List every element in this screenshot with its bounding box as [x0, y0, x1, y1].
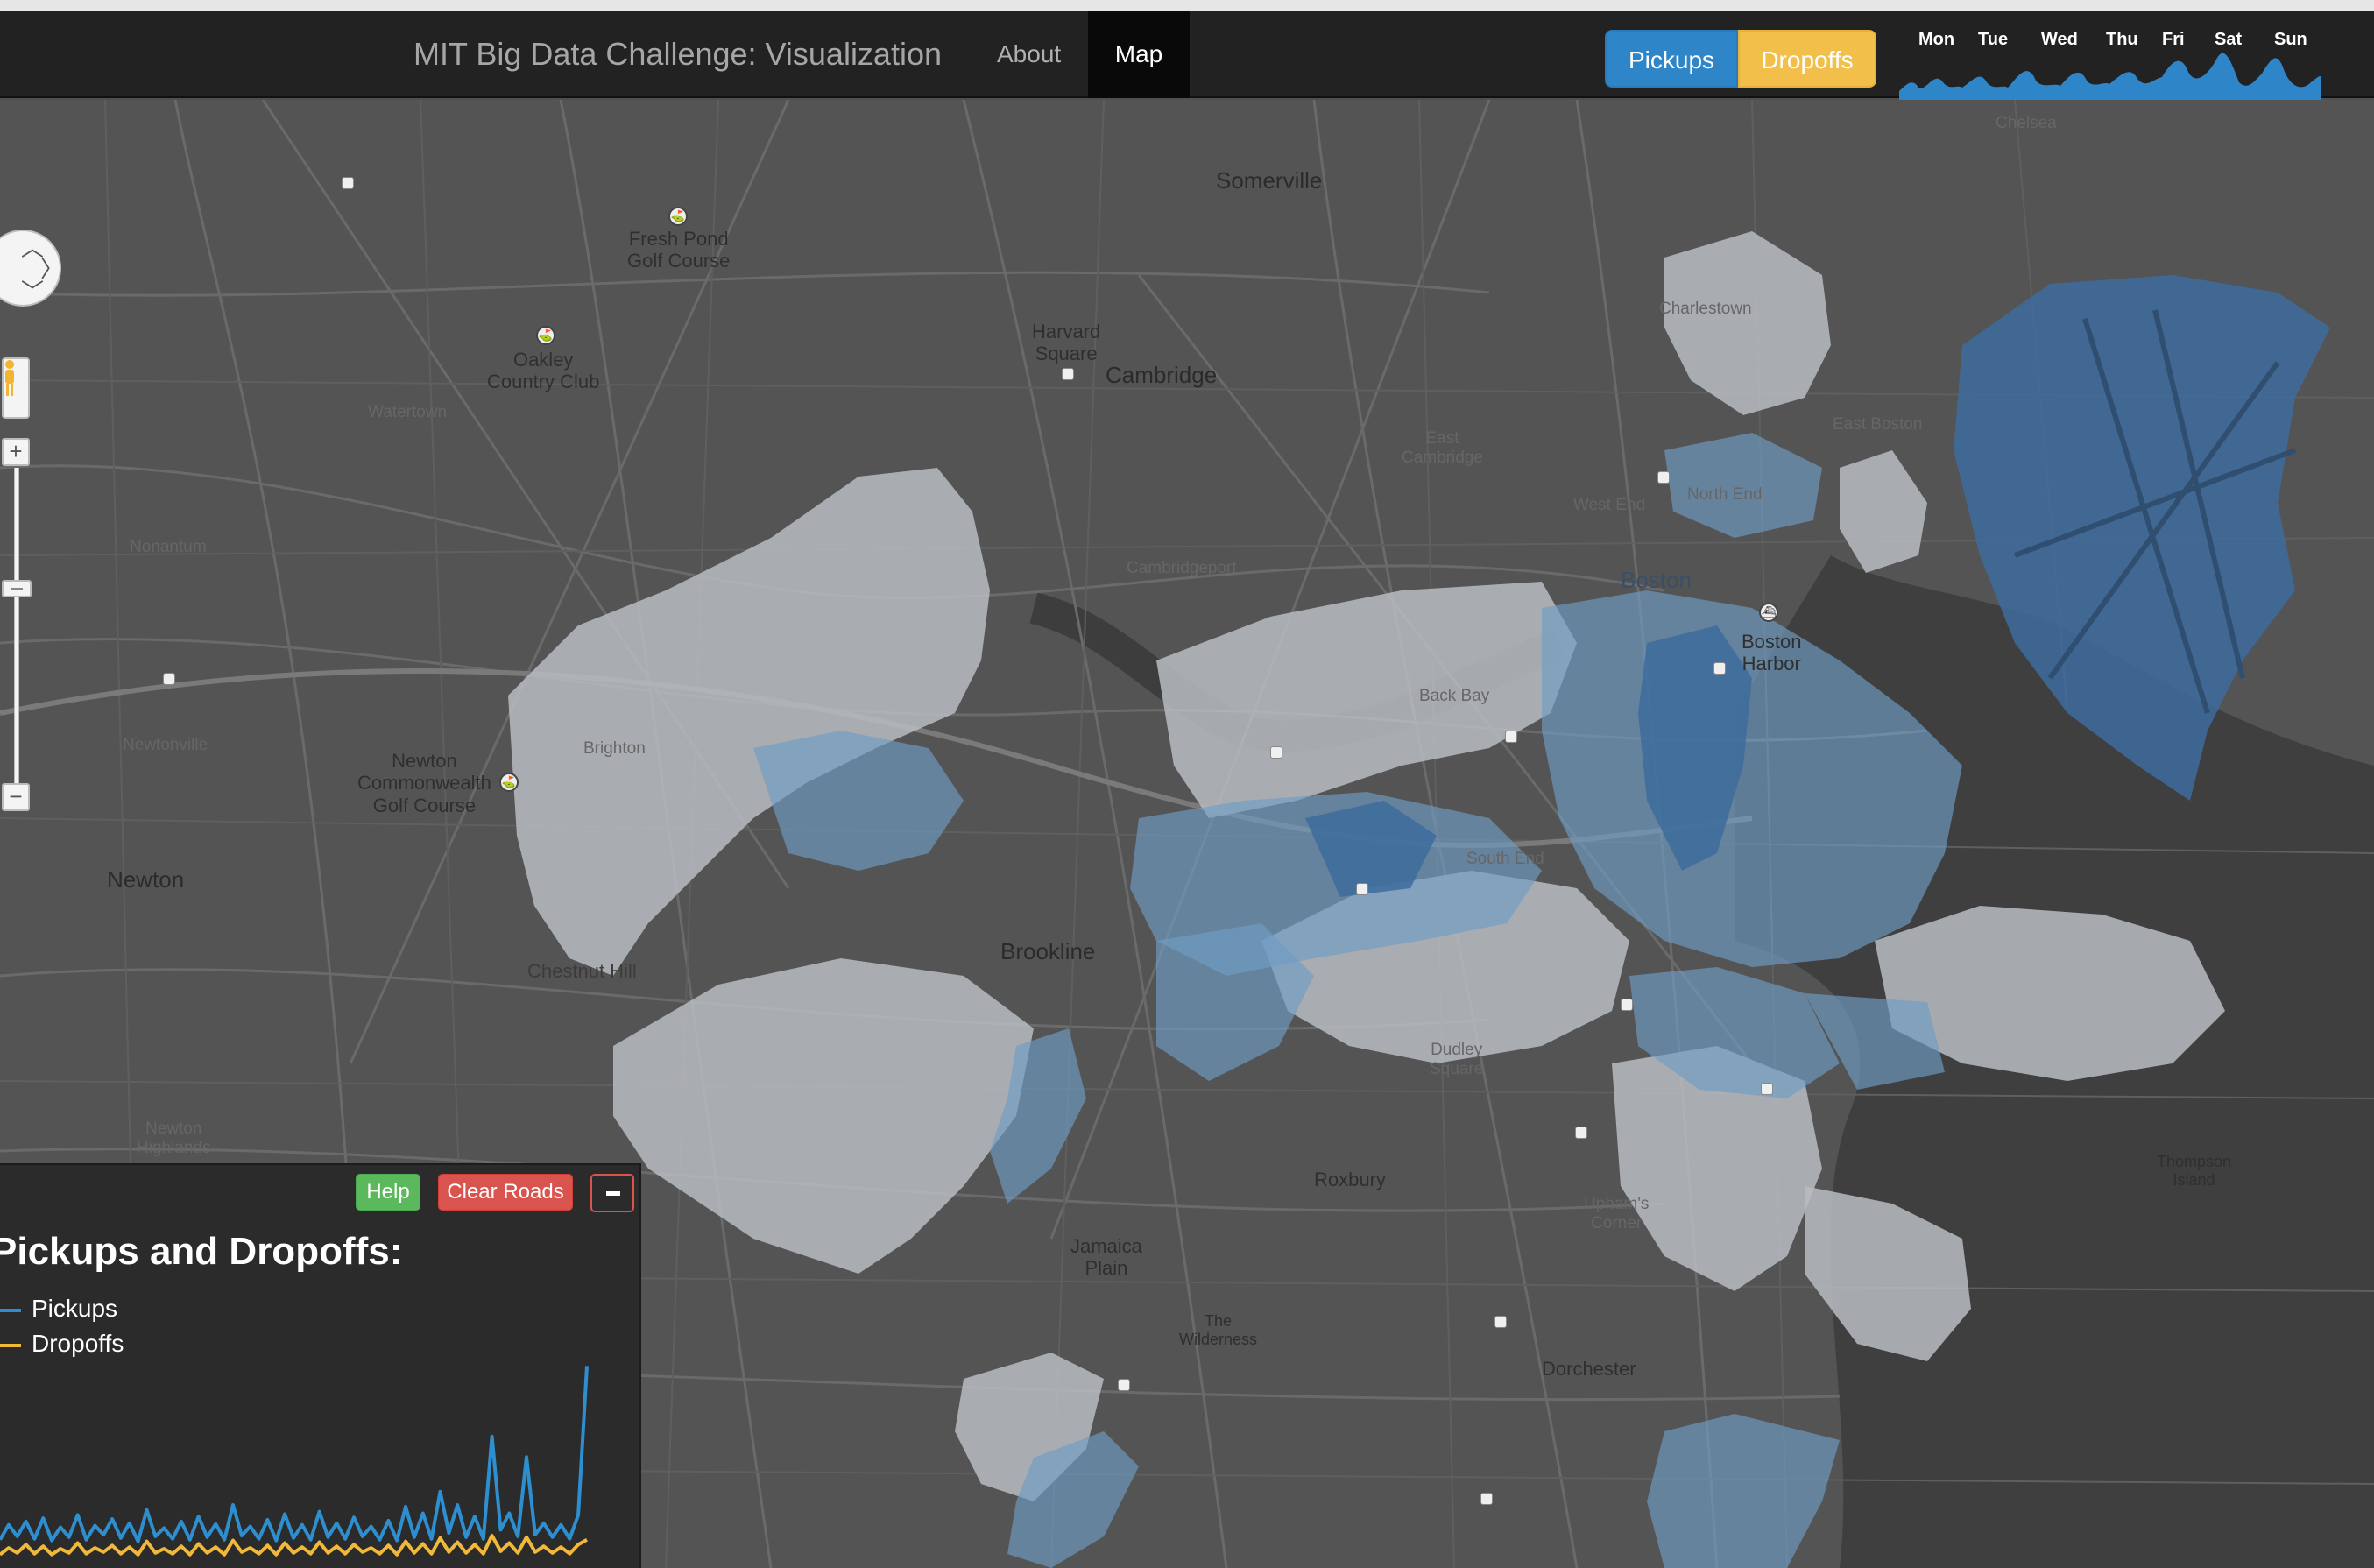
label-boston: Boston — [1621, 567, 1692, 593]
day-label-wed: Wed — [2041, 30, 2078, 49]
label-roxbury: Roxbury — [1314, 1169, 1386, 1190]
legend-swatch-pickups — [0, 1308, 21, 1312]
transit-icon — [1713, 662, 1726, 675]
label-dorchester: Dorchester — [1542, 1358, 1636, 1380]
label-uphams: Upham's Corner — [1584, 1195, 1650, 1233]
pickups-toggle-button[interactable]: Pickups — [1605, 30, 1738, 88]
label-charlestown: Charlestown — [1659, 300, 1752, 318]
pickups-dropoffs-chart[interactable] — [0, 1358, 641, 1568]
transit-icon — [1575, 1127, 1587, 1139]
series-line-pickups — [0, 1366, 589, 1543]
day-label-mon: Mon — [1918, 30, 1955, 49]
label-newtonville: Newtonville — [123, 736, 208, 754]
stats-panel: Help Clear Roads Pickups and Dropoffs: P… — [0, 1163, 641, 1568]
golf-icon: ⛳ — [499, 773, 519, 792]
label-harvard: Harvard Square — [1032, 321, 1101, 365]
label-wilderness: The Wilderness — [1179, 1312, 1258, 1348]
label-west-end: West End — [1573, 496, 1646, 514]
label-chelsea: Chelsea — [1996, 114, 2057, 132]
brand-title[interactable]: MIT Big Data Challenge: Visualization — [413, 11, 942, 98]
label-dudley: Dudley Square — [1430, 1041, 1484, 1078]
navbar: MIT Big Data Challenge: Visualization Ab… — [0, 11, 2374, 102]
transit-icon — [1494, 1316, 1507, 1328]
minimize-button[interactable] — [590, 1174, 634, 1212]
panel-title: Pickups and Dropoffs: — [0, 1230, 403, 1273]
label-cambridge: Cambridge — [1106, 362, 1218, 388]
nav-link-about[interactable]: About — [974, 11, 1084, 98]
label-cambridgeport: Cambridgeport — [1127, 559, 1237, 577]
browser-top-strip — [0, 0, 2374, 11]
minus-icon — [606, 1191, 620, 1196]
transit-icon — [1480, 1493, 1493, 1505]
legend-label-pickups: Pickups — [32, 1295, 118, 1322]
transit-icon — [163, 673, 175, 685]
pan-down-icon[interactable]: ﹀ — [21, 280, 44, 303]
golf-icon: ⛳ — [668, 207, 688, 226]
help-button[interactable]: Help — [356, 1174, 420, 1211]
street-view-pegman[interactable] — [2, 357, 30, 419]
transit-icon — [1356, 883, 1368, 895]
transit-icon — [1062, 368, 1074, 380]
label-oakley: Oakley Country Club — [487, 349, 600, 393]
label-east-boston: East Boston — [1833, 415, 1923, 434]
transit-icon — [1761, 1083, 1773, 1095]
ferry-icon: ⛴ — [1759, 603, 1778, 622]
transit-icon — [1118, 1379, 1130, 1391]
legend-label-dropoffs: Dropoffs — [32, 1330, 124, 1357]
label-newton: Newton — [107, 866, 185, 893]
pegman-icon — [5, 360, 14, 396]
golf-icon: ⛳ — [536, 326, 555, 345]
legend-swatch-dropoffs — [0, 1343, 21, 1347]
label-fresh-pond: Fresh Pond Golf Course — [627, 228, 731, 272]
label-somerville: Somerville — [1216, 167, 1323, 194]
week-sparkline[interactable]: Mon Tue Wed Thu Fri Sat Sun — [1899, 30, 2328, 102]
day-label-tue: Tue — [1978, 30, 2009, 49]
label-newton-highlands: Newton Highlands — [137, 1119, 211, 1157]
transit-icon — [1505, 731, 1517, 743]
pan-right-icon[interactable]: 〉 — [40, 258, 63, 280]
transit-icon — [342, 177, 354, 189]
label-nonantum: Nonantum — [130, 538, 207, 556]
zoom-in-button[interactable]: + — [2, 438, 30, 466]
day-label-fri: Fri — [2162, 30, 2185, 49]
label-brighton: Brighton — [583, 739, 646, 758]
label-south-end: South End — [1466, 850, 1544, 868]
label-newton-cc: Newton Commonwealth Golf Course — [357, 750, 491, 816]
label-north-end: North End — [1687, 485, 1763, 504]
zoom-out-button[interactable]: − — [2, 783, 30, 811]
zoom-slider-track[interactable] — [14, 468, 19, 792]
label-watertown: Watertown — [368, 403, 448, 421]
transit-icon — [1621, 999, 1633, 1011]
transit-icon — [1270, 746, 1282, 759]
day-label-sat: Sat — [2215, 30, 2243, 49]
label-chestnut-hill: Chestnut Hill — [527, 960, 637, 982]
clear-roads-button[interactable]: Clear Roads — [438, 1174, 573, 1211]
legend-dropoffs: Dropoffs — [0, 1330, 124, 1358]
day-label-sun: Sun — [2274, 30, 2307, 49]
zoom-slider-thumb[interactable] — [2, 580, 32, 597]
day-label-thu: Thu — [2106, 30, 2138, 49]
label-back-bay: Back Bay — [1419, 687, 1490, 705]
label-jamaica-plain: Jamaica Plain — [1070, 1235, 1142, 1280]
label-boston-harbor: Boston Harbor — [1742, 631, 1802, 675]
mode-toggle: Pickups Dropoffs — [1605, 30, 1876, 88]
label-east-cambridge: East Cambridge — [1402, 429, 1483, 467]
dropoffs-toggle-button[interactable]: Dropoffs — [1738, 30, 1876, 88]
label-thompson-island: Thompson Island — [2157, 1153, 2232, 1189]
legend-pickups: Pickups — [0, 1295, 117, 1323]
nav-link-map[interactable]: Map — [1088, 11, 1190, 98]
transit-icon — [1657, 471, 1670, 484]
label-brookline: Brookline — [1000, 938, 1096, 964]
